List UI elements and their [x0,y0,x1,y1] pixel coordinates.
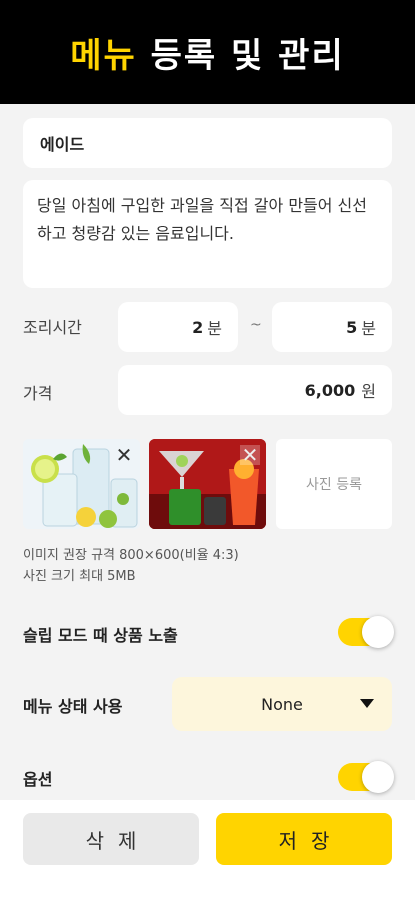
save-button[interactable]: 저장 [216,813,392,865]
price-input[interactable]: 6,000 원 [118,365,392,415]
close-icon[interactable]: ✕ [114,445,134,465]
option-toggle[interactable] [338,761,394,793]
cook-time-max-unit: 분 [361,319,376,338]
price-label: 가격 [23,384,53,403]
add-photo-button[interactable]: 사진 등록 [276,439,392,529]
cook-time-min-input[interactable]: 2 분 [118,302,238,352]
menu-status-select[interactable]: None [172,677,392,731]
menu-name-input[interactable]: 에이드 [23,118,392,168]
photo-guide-max: 사진 크기 최대 5MB [23,569,136,584]
option-label: 옵션 [23,770,53,789]
slim-mode-label: 슬립 모드 때 상품 노출 [23,626,178,645]
toggle-knob [362,761,394,793]
photo-guide-size: 이미지 권장 규격 800×600(비율 4:3) [23,548,239,563]
cook-time-max-input[interactable]: 5 분 [272,302,392,352]
price-unit: 원 [361,382,376,401]
lemonade-photo: ✕ [23,439,140,529]
cook-time-min-value: 2 [192,317,204,337]
page-title-rest: 등록 및 관리 [150,35,345,76]
app-header: 메뉴 등록 및 관리 [0,0,415,104]
delete-button[interactable]: 삭제 [23,813,199,865]
page-title: 메뉴 등록 및 관리 [70,28,344,77]
cook-time-min-unit: 분 [207,319,222,338]
toggle-knob [362,616,394,648]
close-icon[interactable]: ✕ [240,445,260,465]
cocktail-photo: ✕ [149,439,266,529]
cook-time-separator: ~ [250,317,262,333]
cook-time-label: 조리시간 [23,318,82,337]
photo-guide: 이미지 권장 규격 800×600(비율 4:3) 사진 크기 최대 5MB [23,545,239,587]
dropdown-arrow-icon [360,699,374,708]
page-title-accent: 메뉴 [70,35,137,76]
cook-time-max-value: 5 [346,317,358,337]
menu-status-label: 메뉴 상태 사용 [23,697,123,716]
menu-status-value: None [261,694,303,714]
menu-description-input[interactable]: 당일 아침에 구입한 과일을 직접 갈아 만들어 신선하고 청량감 있는 음료입… [23,180,392,288]
price-value: 6,000 [304,380,356,400]
slim-mode-toggle[interactable] [338,616,394,648]
